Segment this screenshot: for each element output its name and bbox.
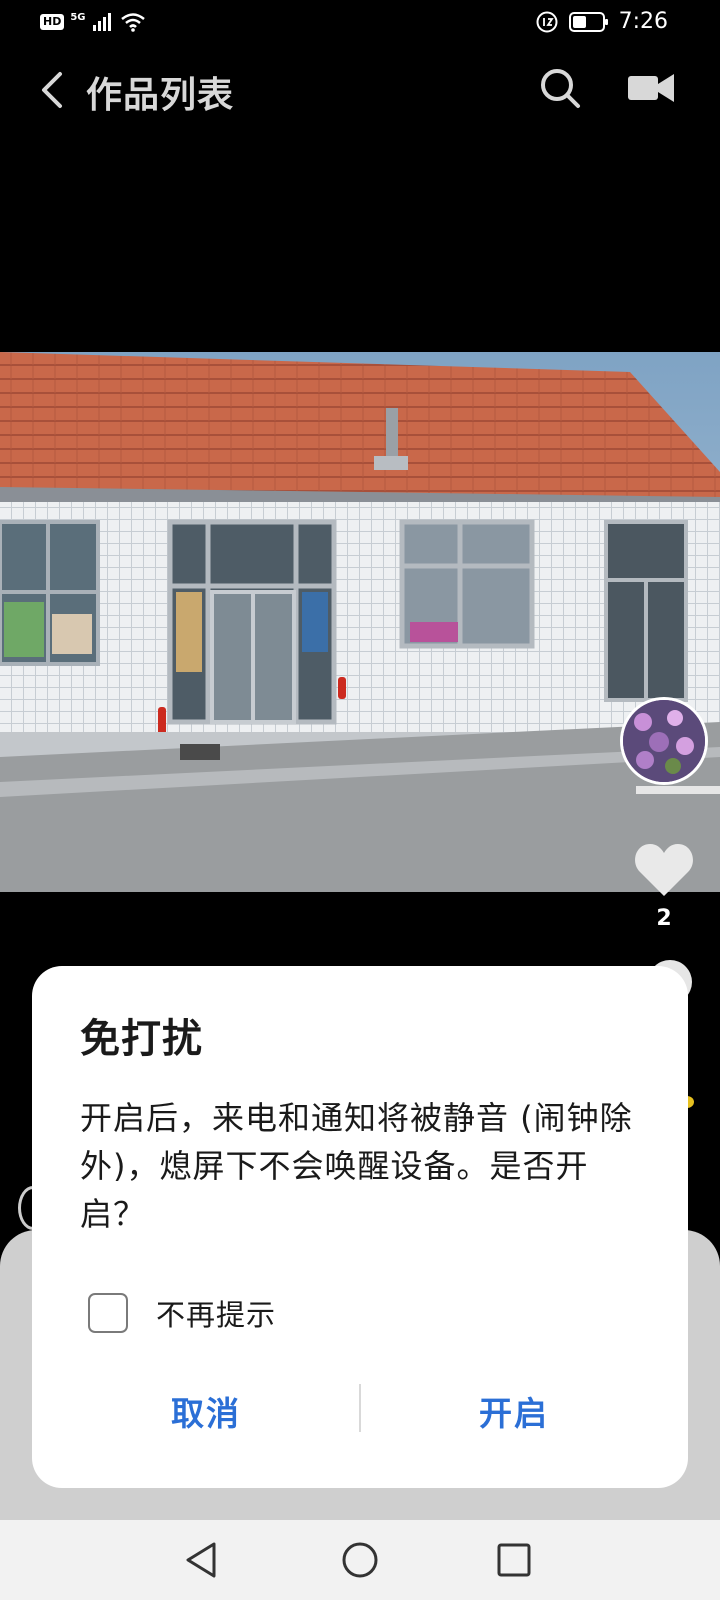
- network-type: 5G: [70, 11, 86, 23]
- top-nav: 作品列表: [0, 56, 720, 126]
- signal-icon: [92, 13, 111, 31]
- dialog-message: 开启后，来电和通知将被静音 (闹钟除外)，熄屏下不会唤醒设备。是否开启？: [80, 1099, 633, 1233]
- dont-remind-row[interactable]: 不再提示: [88, 1292, 276, 1334]
- search-button[interactable]: [538, 66, 582, 110]
- video-frame[interactable]: [0, 352, 720, 892]
- cancel-button[interactable]: 取消: [56, 1376, 356, 1446]
- author-avatar[interactable]: [620, 697, 708, 785]
- action-divider: [359, 1384, 361, 1432]
- heart-icon: [635, 844, 693, 896]
- status-right: 7:26: [535, 9, 668, 34]
- system-home-button[interactable]: [338, 1538, 382, 1582]
- like-button[interactable]: [632, 840, 696, 900]
- status-left: HD 5G: [40, 12, 146, 32]
- dnd-dialog: 免打扰 开启后，来电和通知将被静音 (闹钟除外)，熄屏下不会唤醒设备。是否开启？…: [32, 966, 688, 1488]
- page-title: 作品列表: [86, 75, 235, 116]
- battery-icon: [568, 11, 608, 32]
- dialog-actions: 取消 开启: [32, 1376, 688, 1446]
- camera-icon: [628, 74, 674, 102]
- video-image: [0, 352, 720, 892]
- camera-button[interactable]: [626, 70, 676, 106]
- back-button[interactable]: [34, 68, 74, 112]
- search-icon: [541, 69, 580, 108]
- home-circle-icon: [342, 1542, 378, 1578]
- like-count: 2: [656, 906, 672, 931]
- clock: 7:26: [618, 9, 668, 34]
- status-bar: HD 5G 7:26: [0, 0, 720, 48]
- avatar-image: [623, 700, 705, 782]
- wifi-icon: [120, 13, 145, 32]
- enable-button[interactable]: 开启: [364, 1376, 664, 1446]
- dont-remind-checkbox[interactable]: [88, 1293, 128, 1333]
- system-recents-button[interactable]: [492, 1538, 536, 1582]
- hd-badge: HD: [40, 14, 65, 30]
- screen: HD 5G 7:26 作品列表 2 免打扰 开启后，来电和通知将被静音 (闹钟除…: [0, 0, 720, 1600]
- dialog-title: 免打扰: [80, 1016, 203, 1062]
- recents-square-icon: [497, 1543, 531, 1577]
- back-arrow-icon: [42, 72, 62, 108]
- system-back-button[interactable]: [180, 1538, 224, 1582]
- system-nav-bar: [0, 1520, 720, 1600]
- dont-remind-label: 不再提示: [156, 1298, 277, 1332]
- data-saver-icon: [536, 11, 558, 32]
- back-triangle-icon: [186, 1542, 216, 1578]
